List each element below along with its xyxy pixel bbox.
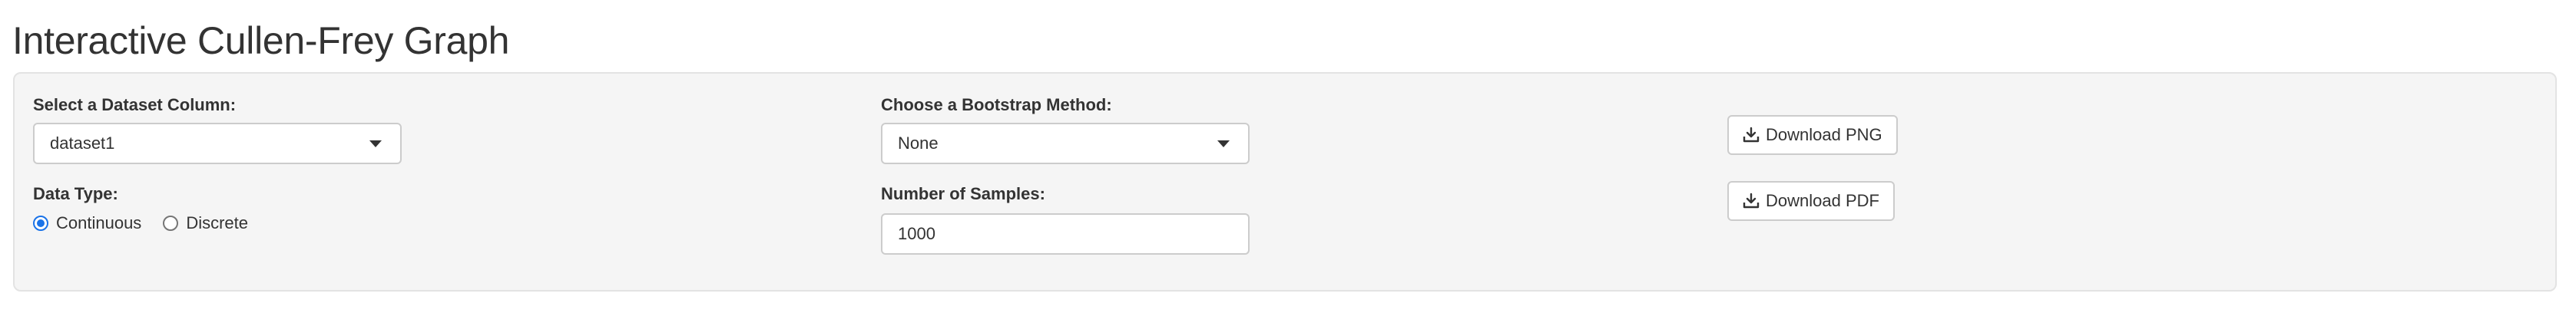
radio-continuous[interactable]: Continuous: [33, 213, 141, 233]
radio-continuous-label: Continuous: [56, 213, 142, 232]
chevron-down-icon: [1217, 140, 1230, 147]
download-png-label: Download PNG: [1766, 125, 1882, 144]
number-of-samples-label: Number of Samples:: [881, 184, 1045, 203]
bootstrap-method-label: Choose a Bootstrap Method:: [881, 95, 1112, 114]
chevron-down-icon: [369, 140, 382, 147]
download-png-button[interactable]: Download PNG: [1727, 115, 1898, 155]
bootstrap-method-select[interactable]: None: [881, 123, 1250, 164]
data-type-label: Data Type:: [33, 184, 118, 203]
dataset-column-select[interactable]: dataset1: [33, 123, 402, 164]
download-pdf-button[interactable]: Download PDF: [1727, 181, 1895, 221]
controls-panel: Select a Dataset Column: dataset1 Data T…: [13, 72, 2557, 292]
dataset-column-value: dataset1: [50, 133, 115, 153]
dataset-column-label: Select a Dataset Column:: [33, 95, 237, 114]
bootstrap-method-value: None: [898, 133, 939, 153]
radio-discrete-indicator[interactable]: [163, 216, 179, 231]
download-icon: [1743, 193, 1760, 209]
data-type-radio-group: Continuous Discrete: [33, 213, 263, 233]
download-pdf-label: Download PDF: [1766, 191, 1879, 210]
number-of-samples-input[interactable]: [881, 213, 1250, 255]
radio-discrete[interactable]: Discrete: [163, 213, 248, 233]
radio-discrete-label: Discrete: [186, 213, 248, 232]
page-title: Interactive Cullen-Frey Graph: [12, 19, 510, 62]
download-icon: [1743, 127, 1760, 143]
radio-continuous-indicator[interactable]: [33, 216, 48, 231]
